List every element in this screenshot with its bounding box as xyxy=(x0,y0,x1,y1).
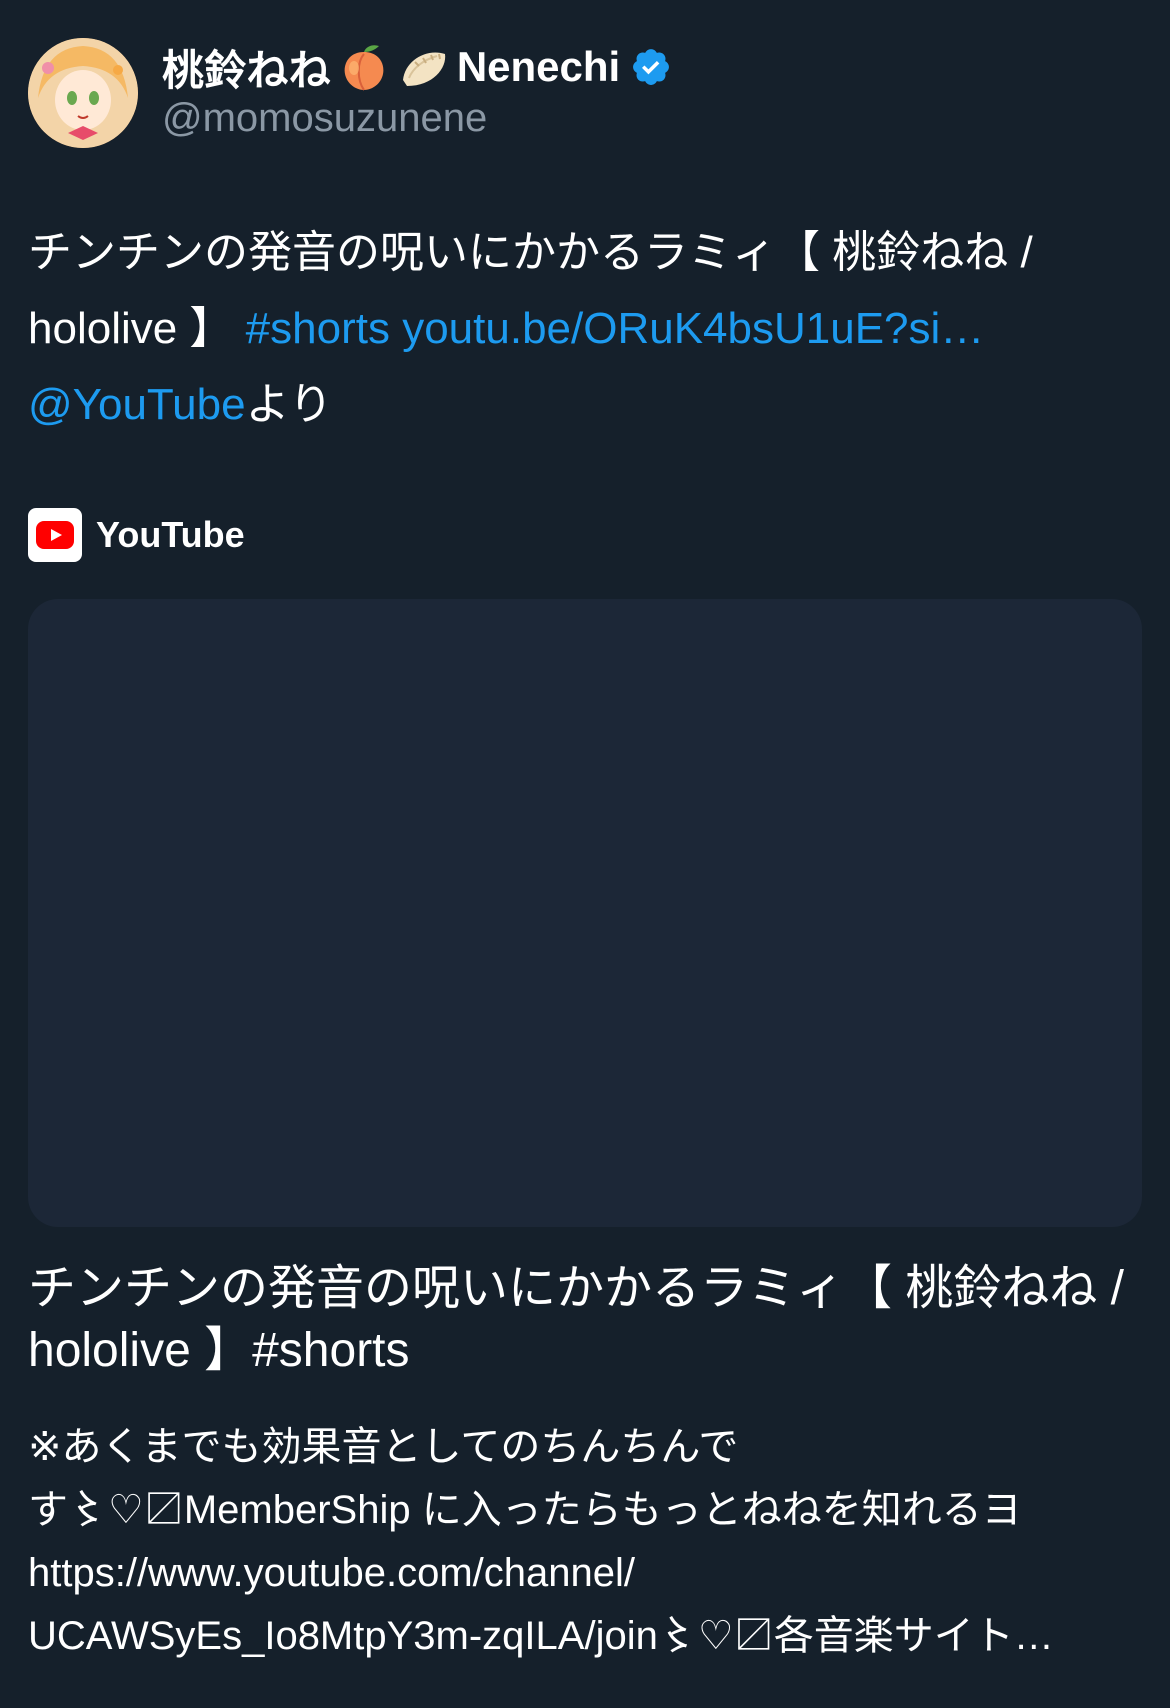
mention-link[interactable]: @YouTube xyxy=(28,380,246,429)
name-row[interactable]: 桃鈴ねね Nenechi xyxy=(162,40,672,94)
card-title[interactable]: チンチンの発音の呪いにかかるラミィ【 桃鈴ねね / hololive 】#sho… xyxy=(28,1258,1142,1382)
display-name-suffix[interactable]: Nenechi xyxy=(457,43,620,91)
peach-icon xyxy=(337,40,391,94)
tweet-header: 桃鈴ねね Nenechi @momosuzunene xyxy=(28,38,1142,148)
card-description-line: https://www.youtube.com/channel/ xyxy=(28,1551,635,1595)
card-description-line: す〻♡〼MemberShip に入ったらもっとねねを知れるヨ xyxy=(28,1488,1022,1532)
youtube-logo-icon xyxy=(28,508,82,562)
avatar-illustration xyxy=(28,38,138,148)
card-description-line: ※あくまでも効果音としてのちんちんで xyxy=(28,1425,739,1469)
verified-badge-icon xyxy=(630,46,672,88)
card-description[interactable]: ※あくまでも効果音としてのちんちんで す〻♡〼MemberShip に入ったらも… xyxy=(28,1416,1142,1668)
tweet-text: チンチンの発音の呪いにかかるラミィ【 桃鈴ねね / hololive 】 #sh… xyxy=(28,215,1142,443)
url-link[interactable]: youtu.be/ORuK4bsU1uE?si… xyxy=(402,304,984,353)
avatar[interactable] xyxy=(28,38,138,148)
author-handle[interactable]: @momosuzunene xyxy=(162,96,487,141)
tweet-suffix-text: より xyxy=(245,380,333,429)
card-source[interactable]: YouTube xyxy=(28,508,245,562)
card-description-line: UCAWSyEs_Io8MtpY3m-zqILA/join〻♡〼各音楽サイト… xyxy=(28,1614,1054,1658)
source-label: YouTube xyxy=(96,514,245,555)
dumpling-icon xyxy=(397,40,451,94)
display-name[interactable]: 桃鈴ねね xyxy=(162,37,331,98)
media-preview[interactable] xyxy=(28,599,1142,1227)
hashtag-link[interactable]: #shorts xyxy=(246,304,390,353)
